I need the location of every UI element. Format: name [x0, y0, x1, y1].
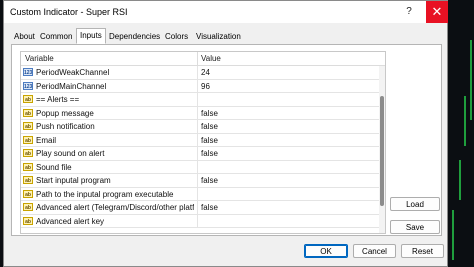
variable-name: Push notification	[36, 122, 95, 131]
string-type-icon: ab	[23, 135, 33, 144]
string-type-icon: ab	[23, 176, 33, 184]
inputs-panel: Variable Value 123 PeriodWeakChannel 24 123…	[11, 44, 442, 236]
cell-divider	[197, 120, 198, 133]
load-button[interactable]: Load	[390, 197, 440, 211]
column-header-value[interactable]: Value	[201, 54, 221, 63]
table-row[interactable]: ab == Alerts ==	[21, 93, 385, 107]
save-button[interactable]: Save	[390, 220, 440, 234]
help-button[interactable]: ?	[402, 5, 416, 19]
table-row[interactable]: ab Advanced alert (Telegram/Discord/other…	[21, 201, 385, 215]
integer-type-icon: 123	[23, 81, 33, 90]
chart-line	[452, 210, 454, 260]
custom-indicator-dialog: Custom Indicator - Super RSI ? ✕ About C…	[3, 0, 448, 267]
variable-value[interactable]: false	[201, 109, 218, 118]
variable-name: Start inputal program	[36, 176, 111, 185]
cell-divider	[197, 187, 198, 200]
cell-divider	[197, 160, 198, 173]
variable-name: == Alerts ==	[36, 95, 80, 104]
cell-divider	[197, 66, 198, 79]
variable-value[interactable]: false	[201, 203, 218, 212]
cell-divider	[197, 133, 198, 146]
cell-divider	[197, 93, 198, 106]
title-bar: Custom Indicator - Super RSI ? ✕	[4, 1, 448, 23]
tab-dependencies[interactable]: Dependencies	[105, 29, 164, 43]
tab-visualization[interactable]: Visualization	[192, 29, 245, 43]
table-row[interactable]: 123 PeriodMainChannel 96	[21, 79, 385, 93]
variable-name: Path to the inputal program executable	[36, 189, 174, 199]
chart-line	[470, 40, 472, 120]
string-type-icon: ab	[23, 216, 33, 225]
cancel-button[interactable]: Cancel	[353, 244, 396, 258]
reset-button[interactable]: Reset	[401, 244, 444, 258]
string-type-icon: ab	[23, 162, 33, 171]
scrollbar-thumb[interactable]	[380, 96, 384, 206]
cell-divider	[197, 174, 198, 187]
string-type-icon: ab	[23, 95, 33, 103]
tab-about[interactable]: About	[10, 29, 39, 43]
cell-divider	[197, 79, 198, 92]
variable-value[interactable]: false	[201, 176, 218, 185]
variable-name: Sound file	[36, 162, 72, 172]
tab-colors[interactable]: Colors	[161, 29, 192, 43]
table-row[interactable]: ab Advanced alert key	[21, 214, 385, 228]
table-row[interactable]: 123 PeriodWeakChannel 24	[21, 66, 385, 80]
table-row[interactable]: ab Push notification false	[21, 120, 385, 134]
string-type-icon: ab	[23, 108, 33, 117]
integer-type-icon: 123	[23, 68, 33, 76]
inputs-grid: Variable Value 123 PeriodWeakChannel 24 123…	[20, 51, 386, 234]
variable-name: Advanced alert key	[36, 216, 105, 226]
variable-value[interactable]: 96	[201, 82, 210, 91]
table-row[interactable]: ab Path to the inputal program executable	[21, 187, 385, 201]
variable-name: PeriodMainChannel	[36, 81, 107, 91]
table-row[interactable]: ab Popup message false	[21, 106, 385, 120]
chart-line	[464, 96, 466, 146]
variable-name: Email	[36, 135, 57, 145]
cell-divider	[197, 147, 198, 160]
tab-inputs[interactable]: Inputs	[76, 28, 106, 44]
variable-name: Play sound on alert	[36, 149, 105, 158]
variable-name: Popup message	[36, 108, 94, 118]
string-type-icon: ab	[23, 203, 33, 211]
string-type-icon: ab	[23, 189, 33, 198]
window-title: Custom Indicator - Super RSI	[10, 7, 128, 17]
chart-line	[459, 160, 461, 200]
grid-rows: 123 PeriodWeakChannel 24 123 PeriodMainChann…	[21, 66, 385, 228]
close-button[interactable]: ✕	[426, 1, 448, 23]
column-header-variable[interactable]: Variable	[25, 54, 54, 63]
table-row[interactable]: ab Start inputal program false	[21, 174, 385, 188]
table-row[interactable]: ab Play sound on alert false	[21, 147, 385, 161]
variable-value[interactable]: 24	[201, 68, 210, 77]
variable-value[interactable]: false	[201, 149, 218, 158]
cell-divider	[197, 201, 198, 214]
cell-divider	[197, 214, 198, 227]
string-type-icon: ab	[23, 149, 33, 157]
cell-divider	[197, 106, 198, 119]
tab-common[interactable]: Common	[36, 29, 76, 43]
table-row[interactable]: ab Email false	[21, 133, 385, 147]
variable-value[interactable]: false	[201, 136, 218, 145]
grid-header: Variable Value	[21, 52, 385, 66]
ok-button[interactable]: OK	[304, 244, 348, 258]
table-row[interactable]: ab Sound file	[21, 160, 385, 174]
variable-value[interactable]: false	[201, 122, 218, 131]
variable-name: PeriodWeakChannel	[36, 68, 110, 77]
vertical-scrollbar[interactable]	[379, 66, 385, 233]
column-divider[interactable]	[197, 52, 198, 65]
variable-name: Advanced alert (Telegram/Discord/other p…	[36, 203, 194, 212]
string-type-icon: ab	[23, 122, 33, 130]
